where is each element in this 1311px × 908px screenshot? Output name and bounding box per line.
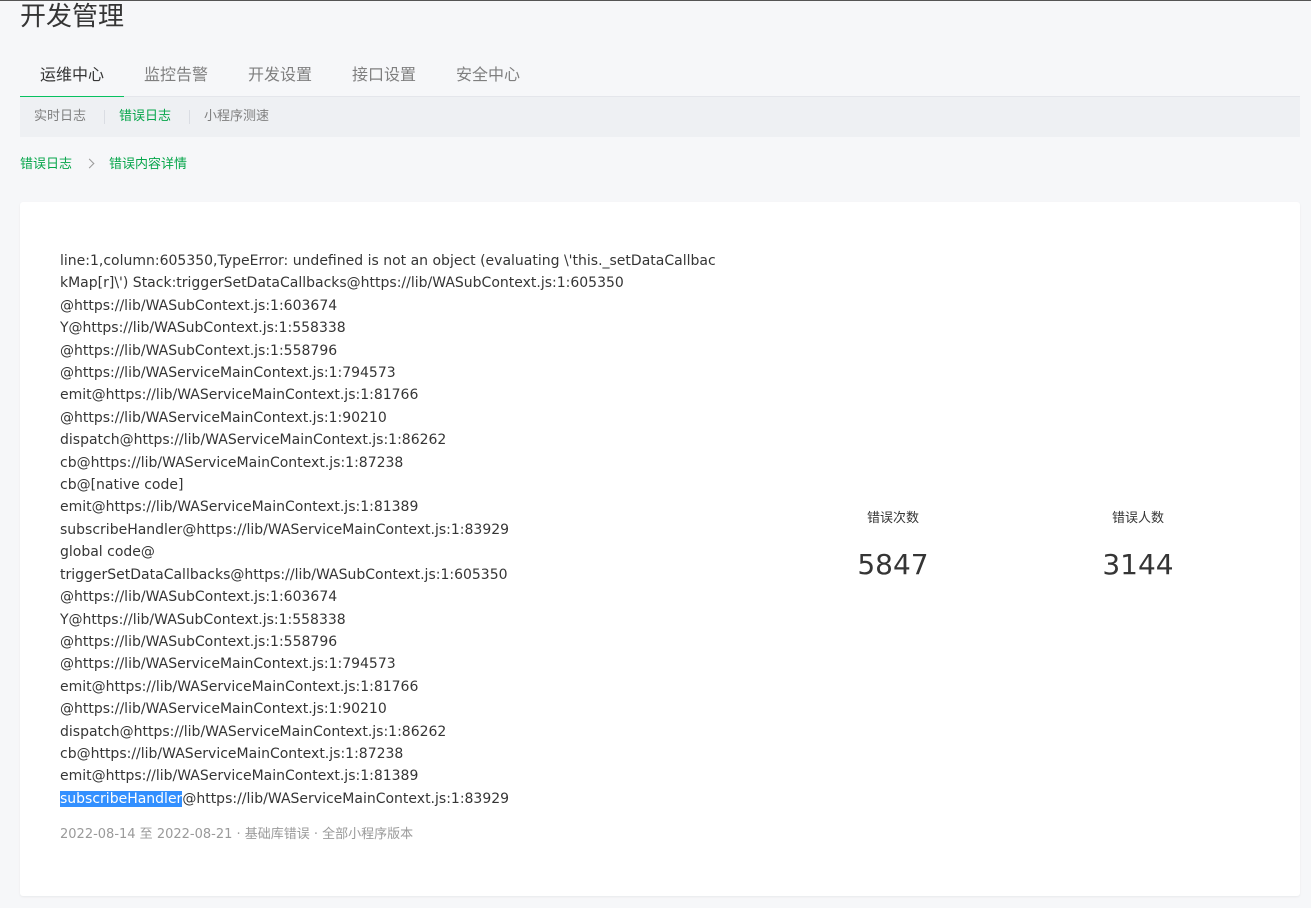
error-detail-card: line:1,column:605350,TypeError: undefine… xyxy=(20,202,1300,896)
error-count-metric: 错误次数 5847 xyxy=(813,510,973,582)
error-count-label: 错误次数 xyxy=(866,511,919,526)
stack-line: @https://lib/WASubContext.js:1:558796 xyxy=(60,633,338,650)
stack-line: cb@[native code] xyxy=(60,477,184,494)
subnav-divider xyxy=(104,110,105,124)
subnav-error-log[interactable]: 错误日志 xyxy=(119,97,171,137)
stack-line: subscribeHandler@https://lib/WAServiceMa… xyxy=(60,521,510,538)
stack-line: @https://lib/WASubContext.js:1:603674 xyxy=(60,297,338,314)
sub-navigation: 实时日志 错误日志 小程序测速 xyxy=(20,97,1300,137)
stack-line-rest: @https://lib/WAServiceMainContext.js:1:8… xyxy=(182,790,510,807)
stack-line: @https://lib/WASubContext.js:1:558796 xyxy=(60,342,338,359)
stack-line: @https://lib/WAServiceMainContext.js:1:7… xyxy=(60,365,396,382)
stack-line: dispatch@https://lib/WAServiceMainContex… xyxy=(60,723,447,740)
breadcrumb-error-log-link[interactable]: 错误日志 xyxy=(20,156,72,174)
tab-monitoring-alerts[interactable]: 监控告警 xyxy=(124,56,228,96)
stack-line: emit@https://lib/WAServiceMainContext.js… xyxy=(60,768,419,785)
page-title: 开发管理 xyxy=(20,2,125,32)
stack-line: emit@https://lib/WAServiceMainContext.js… xyxy=(60,678,419,695)
tab-security-center[interactable]: 安全中心 xyxy=(436,56,540,96)
stack-line: line:1,column:605350,TypeError: undefine… xyxy=(60,253,716,269)
stack-line: triggerSetDataCallbacks@https://lib/WASu… xyxy=(60,566,508,583)
tab-dev-settings[interactable]: 开发设置 xyxy=(228,56,332,96)
stack-line: dispatch@https://lib/WAServiceMainContex… xyxy=(60,432,447,449)
stack-line: kMap[r]\') Stack:triggerSetDataCallbacks… xyxy=(60,275,624,292)
error-stack-trace: line:1,column:605350,TypeError: undefine… xyxy=(60,250,716,810)
subnav-speed-test[interactable]: 小程序测速 xyxy=(204,97,269,137)
stack-line: @https://lib/WASubContext.js:1:603674 xyxy=(60,589,338,606)
main-tabs: 运维中心 监控告警 开发设置 接口设置 安全中心 xyxy=(20,56,1300,98)
error-users-value: 3144 xyxy=(1102,548,1174,581)
stack-line: emit@https://lib/WAServiceMainContext.js… xyxy=(60,387,419,404)
subnav-divider xyxy=(189,110,190,124)
selected-text: subscribeHandler xyxy=(60,790,183,807)
tab-api-settings[interactable]: 接口设置 xyxy=(332,56,436,96)
window-top-border xyxy=(0,0,1311,1)
subnav-realtime-log[interactable]: 实时日志 xyxy=(34,97,86,137)
stack-line: cb@https://lib/WAServiceMainContext.js:1… xyxy=(60,745,404,762)
stack-line: cb@https://lib/WAServiceMainContext.js:1… xyxy=(60,454,404,471)
stack-line: global code@ xyxy=(60,544,155,561)
stack-line: @https://lib/WAServiceMainContext.js:1:9… xyxy=(60,701,387,718)
stack-line: @https://lib/WAServiceMainContext.js:1:7… xyxy=(60,656,396,673)
error-count-value: 5847 xyxy=(857,548,929,581)
chevron-right-icon xyxy=(84,158,95,169)
tab-ops-center[interactable]: 运维中心 xyxy=(20,56,124,98)
stack-line: Y@https://lib/WASubContext.js:1:558338 xyxy=(60,611,346,628)
error-users-metric: 错误人数 3144 xyxy=(1058,510,1218,582)
stack-line: @https://lib/WAServiceMainContext.js:1:9… xyxy=(60,409,387,426)
stack-line-last: subscribeHandler@https://lib/WAServiceMa… xyxy=(60,788,700,810)
stack-line: emit@https://lib/WAServiceMainContext.js… xyxy=(60,499,419,516)
error-users-label: 错误人数 xyxy=(1111,511,1164,526)
stack-line: Y@https://lib/WASubContext.js:1:558338 xyxy=(60,320,346,337)
breadcrumb-current: 错误内容详情 xyxy=(109,157,188,172)
error-meta-info: 2022-08-14 至 2022-08-21 · 基础库错误 · 全部小程序版… xyxy=(60,827,414,842)
